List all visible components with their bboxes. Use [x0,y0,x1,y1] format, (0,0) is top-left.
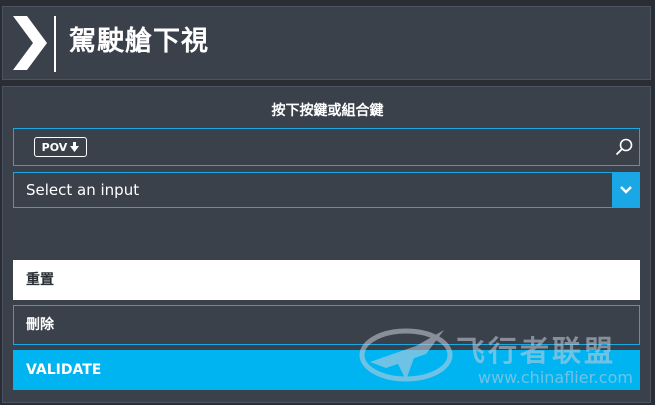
watermark: 飞行者联盟 www.chinaflier.com [356,322,651,392]
arrow-down-icon [70,142,80,152]
input-select[interactable]: Select an input [13,172,640,208]
header-separator [54,16,56,72]
input-select-toggle[interactable] [612,173,639,207]
pov-badge[interactable]: POV [34,137,87,157]
dialog-prompt: 按下按鍵或組合鍵 [271,103,384,119]
chevron-down-icon [619,186,632,194]
dialog-header: 駕駛艙下視 [2,6,651,80]
search-icon[interactable] [615,138,633,156]
input-select-value: Select an input [26,181,140,199]
plane-logo-icon [359,328,453,382]
chevron-right-icon [13,16,47,70]
watermark-url: www.chinaflier.com [478,368,633,387]
search-input[interactable]: POV [13,128,640,166]
watermark-name: 飞行者联盟 [456,334,617,368]
reset-button[interactable]: 重置 [13,260,640,300]
page-title: 駕駛艙下視 [69,26,209,57]
pov-badge-label: POV [41,140,68,154]
